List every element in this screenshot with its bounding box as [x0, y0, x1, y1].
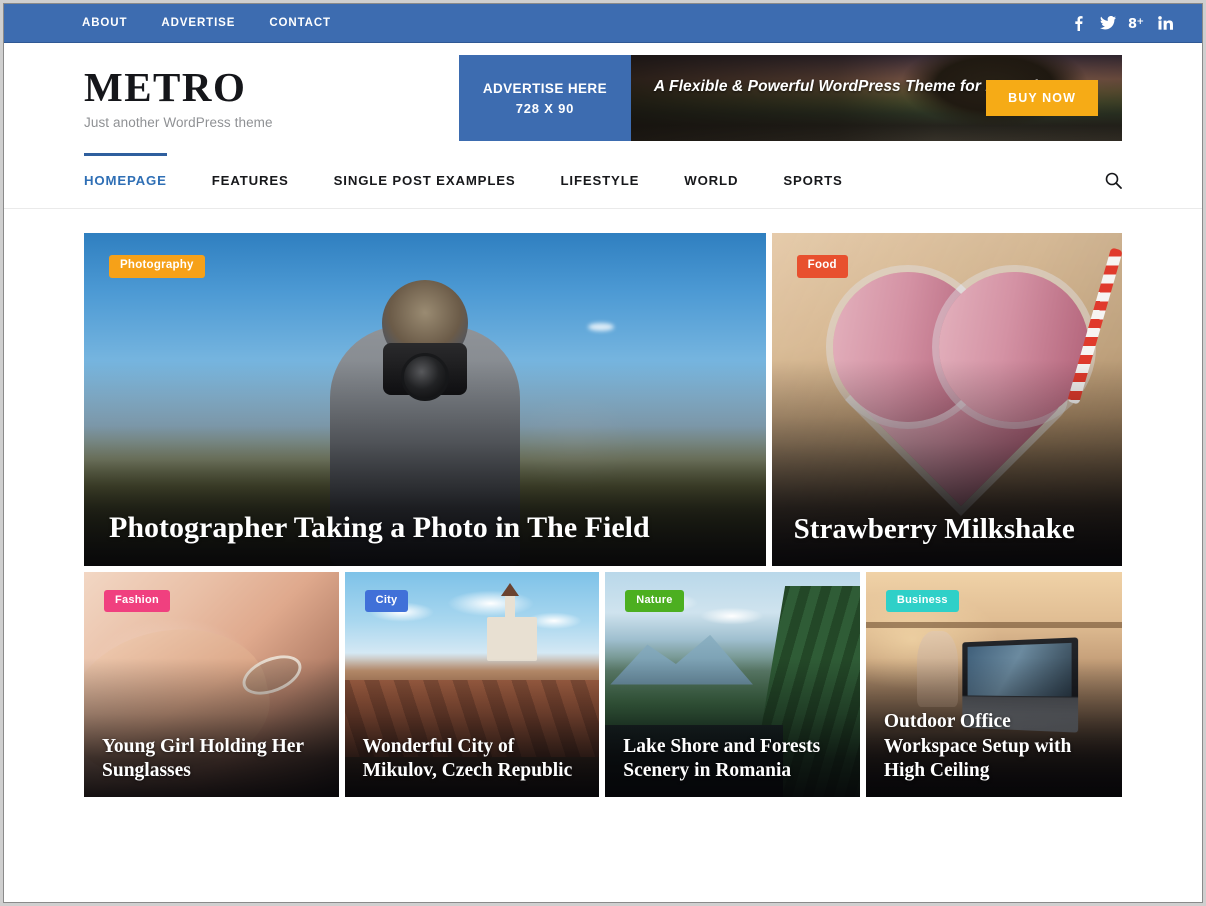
- ad-placeholder-panel: ADVERTISE HERE 728 X 90: [458, 55, 631, 141]
- nav-item-sports[interactable]: SPORTS: [783, 153, 842, 208]
- nav-item-lifestyle[interactable]: LIFESTYLE: [561, 153, 640, 208]
- railing-shape: [865, 621, 1122, 628]
- social-links: 8 +: [1064, 15, 1180, 31]
- site-header: METRO Just another WordPress theme ADVER…: [4, 43, 1202, 153]
- post-title[interactable]: Outdoor Office Workspace Setup with High…: [884, 710, 1108, 783]
- search-icon[interactable]: [1105, 153, 1122, 208]
- ad-placeholder-line1: ADVERTISE HERE: [482, 80, 607, 96]
- google-plus-icon[interactable]: 8 +: [1122, 16, 1151, 30]
- main-navigation: HOMEPAGE FEATURES SINGLE POST EXAMPLES L…: [4, 153, 1202, 209]
- post-title[interactable]: Photographer Taking a Photo in The Field: [109, 511, 741, 545]
- category-badge[interactable]: Nature: [625, 590, 684, 612]
- featured-card-food[interactable]: Food Strawberry Milkshake: [771, 233, 1122, 566]
- site-logo-text[interactable]: METRO: [84, 65, 459, 109]
- featured-posts-grid: Photography Photographer Taking a Photo …: [4, 209, 1202, 877]
- featured-card-city[interactable]: City Wonderful City of Mikulov, Czech Re…: [344, 572, 600, 797]
- buy-now-button[interactable]: BUY NOW: [986, 80, 1098, 116]
- post-title[interactable]: Young Girl Holding Her Sunglasses: [102, 735, 325, 783]
- browser-page: ABOUT ADVERTISE CONTACT 8 + METRO Just an…: [3, 3, 1203, 903]
- top-link-contact[interactable]: CONTACT: [269, 17, 349, 29]
- ad-creative[interactable]: A Flexible & Powerful WordPress Theme fo…: [630, 55, 1122, 141]
- post-title[interactable]: Wonderful City of Mikulov, Czech Republi…: [363, 735, 586, 783]
- featured-bottom-row: Fashion Young Girl Holding Her Sunglasse…: [84, 572, 1122, 797]
- page-bottom-space: [84, 797, 1122, 877]
- ad-placeholder-line2: 728 X 90: [515, 100, 575, 116]
- site-tagline: Just another WordPress theme: [84, 115, 273, 131]
- nav-list: HOMEPAGE FEATURES SINGLE POST EXAMPLES L…: [84, 153, 843, 208]
- facebook-icon[interactable]: [1064, 15, 1093, 31]
- featured-card-business[interactable]: Business Outdoor Office Workspace Setup …: [865, 572, 1122, 797]
- svg-text:+: +: [1136, 17, 1144, 27]
- top-link-advertise[interactable]: ADVERTISE: [161, 17, 253, 29]
- cloud-shape: [588, 322, 615, 331]
- advertisement-banner[interactable]: ADVERTISE HERE 728 X 90 A Flexible & Pow…: [458, 55, 1122, 141]
- top-links: ABOUT ADVERTISE CONTACT: [82, 17, 365, 29]
- top-link-about[interactable]: ABOUT: [82, 17, 145, 29]
- post-title[interactable]: Lake Shore and Forests Scenery in Romani…: [623, 735, 846, 783]
- featured-top-row: Photography Photographer Taking a Photo …: [84, 233, 1122, 566]
- featured-card-fashion[interactable]: Fashion Young Girl Holding Her Sunglasse…: [84, 572, 339, 797]
- nav-item-homepage[interactable]: HOMEPAGE: [84, 153, 167, 208]
- category-badge[interactable]: Business: [885, 590, 959, 612]
- linkedin-icon[interactable]: [1151, 16, 1180, 30]
- twitter-icon[interactable]: [1093, 16, 1122, 30]
- nav-item-world[interactable]: WORLD: [684, 153, 738, 208]
- site-branding[interactable]: METRO Just another WordPress theme: [84, 65, 459, 131]
- featured-card-nature[interactable]: Nature Lake Shore and Forests Scenery in…: [605, 572, 860, 797]
- category-badge[interactable]: Photography: [109, 255, 205, 278]
- category-badge[interactable]: Fashion: [104, 590, 170, 612]
- nav-item-single-post-examples[interactable]: SINGLE POST EXAMPLES: [334, 153, 516, 208]
- post-title[interactable]: Strawberry Milkshake: [794, 513, 1102, 545]
- tower-shape: [501, 582, 520, 629]
- top-utility-bar: ABOUT ADVERTISE CONTACT 8 +: [4, 4, 1202, 43]
- category-badge[interactable]: Food: [796, 255, 848, 278]
- category-badge[interactable]: City: [364, 590, 409, 612]
- featured-card-photography[interactable]: Photography Photographer Taking a Photo …: [84, 233, 766, 566]
- nav-item-features[interactable]: FEATURES: [212, 153, 289, 208]
